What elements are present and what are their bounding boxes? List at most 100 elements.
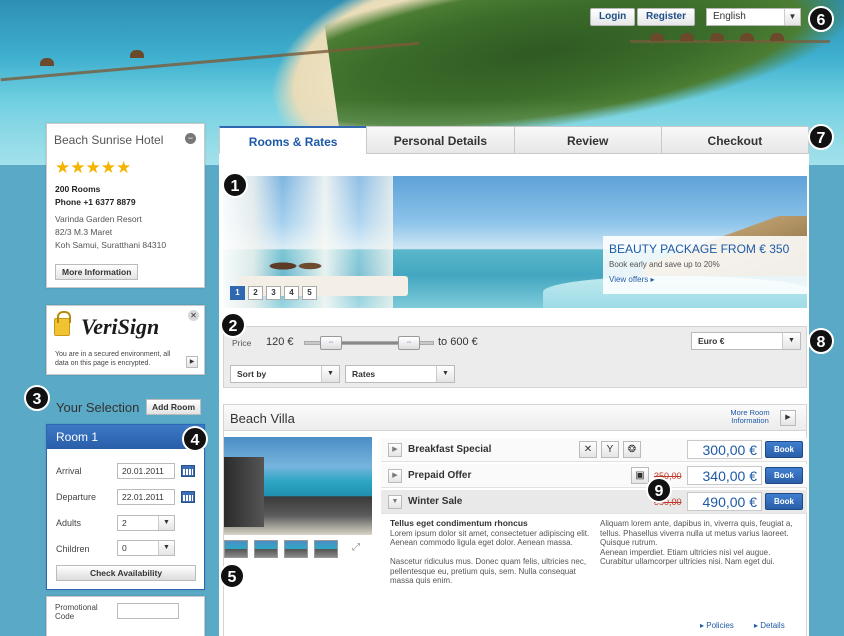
tab-review[interactable]: Review bbox=[513, 126, 661, 154]
callout-marker: 1 bbox=[222, 172, 248, 198]
chevron-down-icon: ▼ bbox=[158, 541, 174, 555]
more-information-button[interactable]: More Information bbox=[55, 264, 139, 280]
language-value: English bbox=[713, 11, 746, 22]
sort-by-value: Sort by bbox=[237, 369, 267, 379]
arrival-field[interactable]: 20.01.2011 bbox=[117, 463, 175, 479]
address-line: 82/3 M.3 Maret bbox=[55, 227, 113, 237]
close-icon[interactable]: ✕ bbox=[188, 310, 199, 321]
page-button[interactable]: 4 bbox=[284, 286, 299, 300]
room-panel: Room 1 Arrival 20.01.2011 Departure 22.0… bbox=[46, 424, 205, 590]
callout-marker: 3 bbox=[24, 385, 50, 411]
description-title: Tellus eget condimentum rhoncus bbox=[390, 518, 528, 528]
expand-toggle-icon[interactable]: ▶ bbox=[388, 443, 402, 457]
promo-code-input[interactable] bbox=[117, 603, 179, 619]
children-value: 0 bbox=[122, 543, 127, 553]
rate-price: 490,00 € bbox=[687, 492, 762, 511]
view-offers-link[interactable]: View offers ▸ bbox=[609, 275, 655, 284]
book-button[interactable]: Book bbox=[765, 441, 803, 458]
rates-value: Rates bbox=[352, 369, 376, 379]
book-button[interactable]: Book bbox=[765, 467, 803, 484]
page-button[interactable]: 5 bbox=[302, 286, 317, 300]
slider-handle-max[interactable]: ⇔ bbox=[398, 336, 420, 350]
arrow-right-icon[interactable]: ▶ bbox=[186, 356, 198, 368]
rate-row: ▶ Breakfast Special ✕ Y ❂ 300,00 € Book bbox=[381, 438, 807, 462]
departure-field[interactable]: 22.01.2011 bbox=[117, 489, 175, 505]
slider-handle-min[interactable]: ⇔ bbox=[320, 336, 342, 350]
description-left: Tellus eget condimentum rhoncus Lorem ip… bbox=[390, 518, 590, 586]
callout-marker: 6 bbox=[808, 6, 834, 32]
tab-rooms-rates[interactable]: Rooms & Rates bbox=[219, 126, 367, 154]
calendar-icon[interactable] bbox=[181, 465, 195, 477]
adults-select[interactable]: 2 ▼ bbox=[117, 515, 175, 531]
chevron-down-icon: ▼ bbox=[782, 333, 800, 349]
details-link[interactable]: ▸ Details bbox=[754, 621, 785, 630]
login-button[interactable]: Login bbox=[590, 8, 636, 26]
calendar-icon[interactable] bbox=[181, 491, 195, 503]
thumbnail[interactable] bbox=[224, 540, 248, 558]
room-photo[interactable] bbox=[224, 437, 372, 535]
rate-price: 300,00 € bbox=[687, 440, 762, 459]
hotel-phone: Phone +1 6377 8879 bbox=[55, 197, 136, 207]
register-button[interactable]: Register bbox=[637, 8, 696, 26]
rate-name: Prepaid Offer bbox=[408, 470, 472, 481]
currency-select[interactable]: Euro € ▼ bbox=[691, 332, 801, 350]
collapse-icon[interactable]: − bbox=[185, 133, 196, 144]
arrival-label: Arrival bbox=[56, 466, 82, 476]
address-line: Koh Samui, Suratthani 84310 bbox=[55, 240, 167, 250]
price-max: to 600 € bbox=[438, 336, 478, 348]
room-count: 200 Rooms bbox=[55, 184, 101, 194]
rate-row: ▼ Winter Sale 550,00 490,00 € Book bbox=[381, 490, 807, 514]
rate-row: ▶ Prepaid Offer ▣ 350,00 340,00 € Book bbox=[381, 464, 807, 488]
sort-by-select[interactable]: Sort by ▼ bbox=[230, 365, 340, 383]
expand-icon[interactable]: ⤢ bbox=[352, 542, 360, 553]
banner-pagination: 1 2 3 4 5 bbox=[230, 286, 317, 300]
promo-banner: BEAUTY PACKAGE FROM € 350 Book early and… bbox=[223, 176, 807, 308]
callout-marker: 2 bbox=[220, 312, 246, 338]
language-select[interactable]: English ▼ bbox=[706, 8, 801, 26]
tab-checkout[interactable]: Checkout bbox=[660, 126, 809, 154]
children-select[interactable]: 0 ▼ bbox=[117, 540, 175, 556]
tab-personal-details[interactable]: Personal Details bbox=[366, 126, 514, 154]
rate-price: 340,00 € bbox=[687, 466, 762, 485]
departure-label: Departure bbox=[56, 492, 97, 502]
policies-link[interactable]: ▸ Policies bbox=[700, 621, 734, 630]
promo-box: BEAUTY PACKAGE FROM € 350 Book early and… bbox=[603, 236, 807, 294]
book-button[interactable]: Book bbox=[765, 493, 803, 510]
price-label: Price bbox=[232, 338, 252, 348]
room-title: Room 1 bbox=[47, 425, 204, 449]
your-selection-header: Your Selection Add Room bbox=[46, 398, 205, 420]
rates-select[interactable]: Rates ▼ bbox=[345, 365, 455, 383]
booking-tabs: Rooms & Rates Personal Details Review Ch… bbox=[219, 126, 809, 154]
thumbnail[interactable] bbox=[314, 540, 338, 558]
page-button[interactable]: 3 bbox=[266, 286, 281, 300]
description-paragraph: Nascetur ridiculus mus. Donec quam felis… bbox=[390, 557, 587, 585]
callout-marker: 4 bbox=[182, 426, 208, 452]
thumbnail[interactable] bbox=[284, 540, 308, 558]
page-button[interactable]: 1 bbox=[230, 286, 245, 300]
currency-value: Euro € bbox=[698, 336, 725, 346]
rate-name: Winter Sale bbox=[408, 496, 463, 507]
expand-toggle-icon[interactable]: ▶ bbox=[388, 469, 402, 483]
add-room-button[interactable]: Add Room bbox=[146, 399, 201, 415]
photo-thumbnails bbox=[224, 540, 338, 558]
hotel-info-card: Beach Sunrise Hotel − ★★★★★ 200 Rooms Ph… bbox=[46, 123, 205, 288]
more-room-info-link[interactable]: More Room Information bbox=[726, 409, 774, 425]
description-right: Aliquam lorem ante, dapibus in, viverra … bbox=[600, 519, 800, 567]
callout-marker: 7 bbox=[808, 124, 834, 150]
verisign-logo: VeriSign bbox=[81, 314, 160, 339]
chevron-down-icon: ▼ bbox=[784, 9, 800, 25]
restaurant-icon: ✕ bbox=[579, 441, 597, 458]
arrow-right-icon[interactable]: ▶ bbox=[780, 410, 796, 426]
collapse-toggle-icon[interactable]: ▼ bbox=[388, 495, 402, 509]
spa-icon: ❂ bbox=[623, 441, 641, 458]
thumbnail[interactable] bbox=[254, 540, 278, 558]
callout-marker: 8 bbox=[808, 328, 834, 354]
your-selection-title: Your Selection bbox=[56, 400, 140, 415]
prepaid-icon: ▣ bbox=[631, 467, 649, 484]
page-button[interactable]: 2 bbox=[248, 286, 263, 300]
description-paragraph: Aenean imperdiet. Etiam ultricies nisi v… bbox=[600, 547, 775, 567]
adults-label: Adults bbox=[56, 518, 82, 528]
price-slider[interactable]: ⇔ ⇔ bbox=[304, 336, 434, 350]
check-availability-button[interactable]: Check Availability bbox=[56, 565, 196, 581]
price-min: 120 € bbox=[266, 336, 294, 348]
